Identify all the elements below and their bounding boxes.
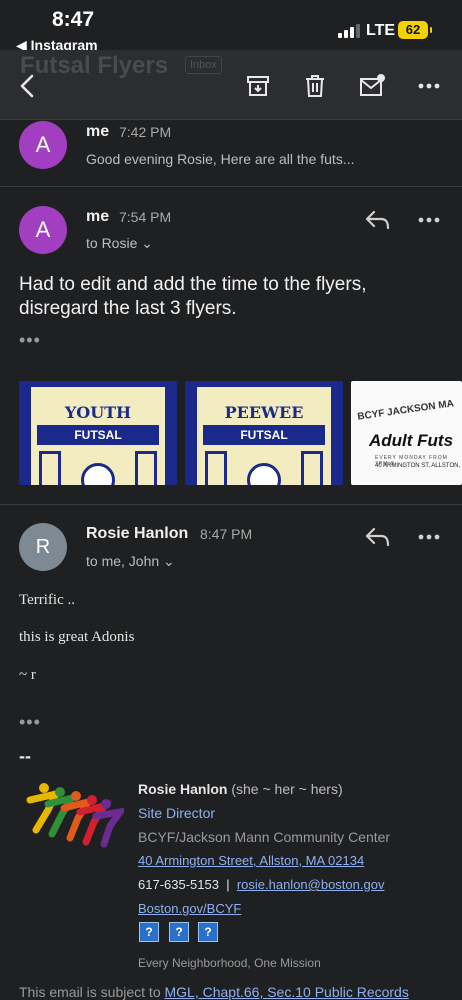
message-snippet: Good evening Rosie, Here are all the fut… [86, 151, 355, 167]
signature-pronouns: (she ~ her ~ hers) [231, 781, 343, 797]
attachment-arc-text: BCYF JACKSON MA [356, 398, 455, 423]
address-link[interactable]: 40 Armington Street, Allston, MA 02134 [138, 853, 364, 868]
network-label: LTE [366, 22, 396, 39]
signal-icon [338, 24, 360, 38]
archive-icon[interactable] [244, 72, 272, 100]
signature-address-line: 40 Armington Street, Allston, MA 02134 [138, 853, 364, 868]
social-icon[interactable]: ? [169, 922, 189, 942]
attachment-title: PEEWEE [224, 403, 304, 422]
public-records-link[interactable]: MGL, Chapt.66, Sec.10 Public Records [165, 984, 409, 1000]
recipients-toggle[interactable]: to Rosie ⌄ [86, 235, 153, 252]
sender-name: me [86, 208, 110, 225]
show-trimmed-content[interactable]: ••• [19, 330, 41, 351]
attachment-subtitle: FUTSAL [37, 425, 159, 445]
message-expanded: R Rosie Hanlon 8:47 PM to me, John ⌄ [0, 506, 462, 1000]
social-icon[interactable]: ? [139, 922, 159, 942]
bcyf-logo-icon [26, 778, 128, 848]
more-options-icon[interactable] [416, 525, 444, 549]
signature-contact-line: 617-635-5153 | rosie.hanlon@boston.gov [138, 877, 384, 892]
attachment-thumbnail[interactable]: YOUTH FUTSAL [19, 381, 177, 485]
reply-icon[interactable] [364, 525, 392, 549]
soccer-ball-icon [81, 463, 115, 485]
notice-text: This email is subject to [19, 984, 165, 1000]
message-line: Terrific .. [19, 592, 76, 608]
trash-icon[interactable] [301, 72, 329, 100]
message-time: 8:47 PM [200, 526, 253, 542]
more-options-icon[interactable] [416, 208, 444, 232]
battery-icon: 62 [398, 21, 432, 39]
message-time: 7:42 PM [119, 124, 172, 140]
signature-name: Rosie Hanlon [138, 781, 228, 797]
attachment-subtitle: FUTSAL [203, 425, 325, 445]
sender-name: Rosie Hanlon [86, 525, 189, 542]
recipients-toggle[interactable]: to me, John ⌄ [86, 553, 175, 570]
divider: | [226, 877, 230, 892]
label-badge: Inbox [185, 56, 222, 74]
message-body: Had to edit and add the time to the flye… [19, 274, 367, 319]
clock: 8:47 [52, 8, 95, 31]
soccer-ball-icon [247, 463, 281, 485]
mark-unread-icon[interactable] [358, 72, 386, 100]
message-line: ~ r [19, 667, 36, 683]
attachment-title: YOUTH [64, 403, 132, 422]
public-records-notice: This email is subject to MGL, Chapt.66, … [19, 984, 409, 1000]
sender-name: me [86, 123, 110, 140]
signature-tagline: Every Neighborhood, One Mission [138, 956, 321, 970]
signature-website-line: Boston.gov/BCYF [138, 901, 241, 916]
phone-number[interactable]: 617-635-5153 [138, 877, 219, 892]
social-icon[interactable]: ? [198, 922, 218, 942]
more-options-icon[interactable] [416, 72, 444, 100]
reply-icon[interactable] [364, 208, 392, 232]
message-line: this is great Adonis [19, 629, 135, 645]
message-collapsed[interactable]: A me 7:42 PM Good evening Rosie, Here ar… [0, 121, 462, 187]
message-expanded: A me 7:54 PM to Rosie ⌄ Had to edit and … [0, 188, 462, 505]
email-toolbar: Futsal Flyers Inbox [0, 50, 462, 120]
attachment-address: 40 ARMINGTON ST, ALLSTON, [375, 463, 461, 469]
message-time: 7:54 PM [119, 209, 172, 225]
website-link[interactable]: Boston.gov/BCYF [138, 901, 241, 916]
avatar: A [19, 206, 67, 254]
email-subject: Futsal Flyers [20, 52, 169, 79]
avatar: A [19, 121, 67, 169]
signature-org: BCYF/Jackson Mann Community Center [138, 829, 391, 845]
avatar: R [19, 523, 67, 571]
signature-separator: -- [19, 746, 31, 766]
back-arrow-icon[interactable] [14, 72, 42, 100]
email-thread-screen: 8:47 ◀ Instagram LTE 62 Futsal Flyers In… [0, 0, 462, 1000]
show-trimmed-content[interactable]: ••• [19, 712, 41, 733]
attachment-title: Adult Futs [369, 431, 454, 450]
attachment-thumbnail[interactable]: BCYF JACKSON MA Adult Futs EVERY MONDAY … [351, 381, 462, 485]
signature-title: Site Director [138, 805, 216, 821]
attachment-thumbnail[interactable]: PEEWEE FUTSAL [185, 381, 343, 485]
email-link[interactable]: rosie.hanlon@boston.gov [237, 877, 385, 892]
signature-name-line: Rosie Hanlon (she ~ her ~ hers) [138, 781, 343, 797]
